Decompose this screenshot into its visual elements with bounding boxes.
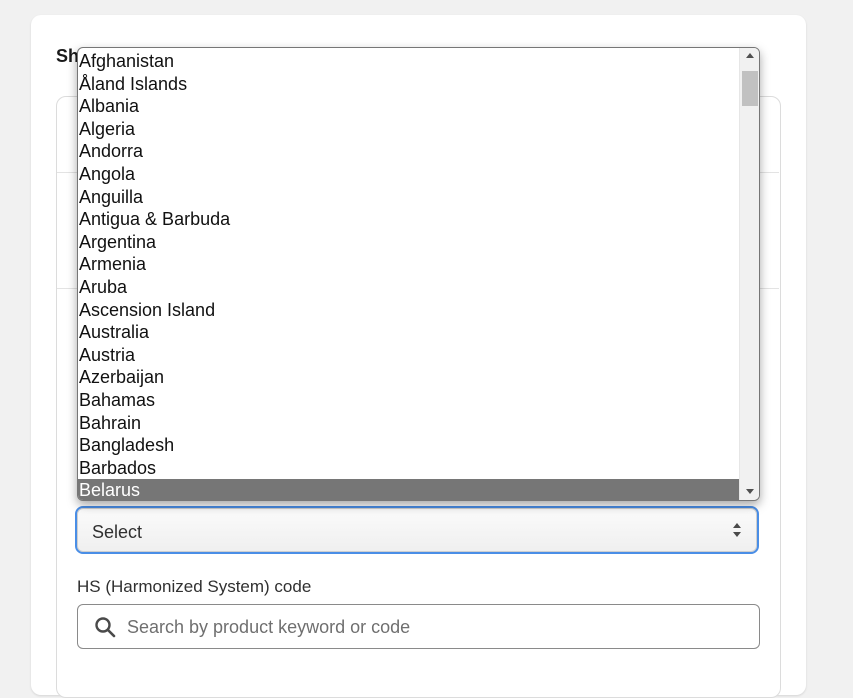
search-icon — [95, 617, 116, 638]
dropdown-option[interactable]: Afghanistan — [78, 50, 740, 73]
dropdown-option[interactable]: Antigua & Barbuda — [78, 208, 740, 231]
dropdown-option[interactable]: Bangladesh — [78, 434, 740, 457]
dropdown-option[interactable]: Bahamas — [78, 389, 740, 412]
dropdown-option[interactable]: Andorra — [78, 140, 740, 163]
dropdown-option[interactable]: Belarus — [78, 479, 740, 500]
hs-code-label: HS (Harmonized System) code — [77, 577, 312, 596]
up-down-arrows-icon — [733, 523, 741, 537]
dropdown-option[interactable]: Armenia — [78, 253, 740, 276]
options-list: Afghanistan Åland Islands Albania Algeria An… — [78, 50, 740, 500]
dropdown-option[interactable]: Argentina — [78, 231, 740, 254]
scroll-thumb[interactable] — [742, 71, 758, 106]
dropdown-option[interactable]: Bahrain — [78, 412, 740, 435]
dropdown-option[interactable]: Austria — [78, 344, 740, 367]
dropdown-option[interactable]: Algeria — [78, 118, 740, 141]
scrollbar[interactable] — [739, 48, 759, 500]
country-dropdown-list[interactable]: Afghanistan Åland Islands Albania Algeria An… — [77, 47, 760, 501]
dropdown-option[interactable]: Albania — [78, 95, 740, 118]
dropdown-option[interactable]: Anguilla — [78, 186, 740, 209]
dropdown-option[interactable]: Barbados — [78, 457, 740, 480]
dropdown-option[interactable]: Angola — [78, 163, 740, 186]
dropdown-option[interactable]: Ascension Island — [78, 299, 740, 322]
country-of-origin-select[interactable]: Select — [75, 506, 759, 554]
dropdown-option[interactable]: Aruba — [78, 276, 740, 299]
dropdown-option[interactable]: Åland Islands — [78, 73, 740, 96]
dropdown-option[interactable]: Australia — [78, 321, 740, 344]
scroll-up-arrow-icon[interactable] — [746, 53, 754, 58]
hs-code-search-field[interactable] — [77, 604, 760, 649]
section-title: Sh — [56, 46, 80, 66]
select-value: Select — [92, 522, 143, 542]
dropdown-option[interactable]: Azerbaijan — [78, 366, 740, 389]
hs-code-search-input[interactable] — [127, 615, 727, 639]
scroll-down-arrow-icon[interactable] — [746, 489, 754, 494]
